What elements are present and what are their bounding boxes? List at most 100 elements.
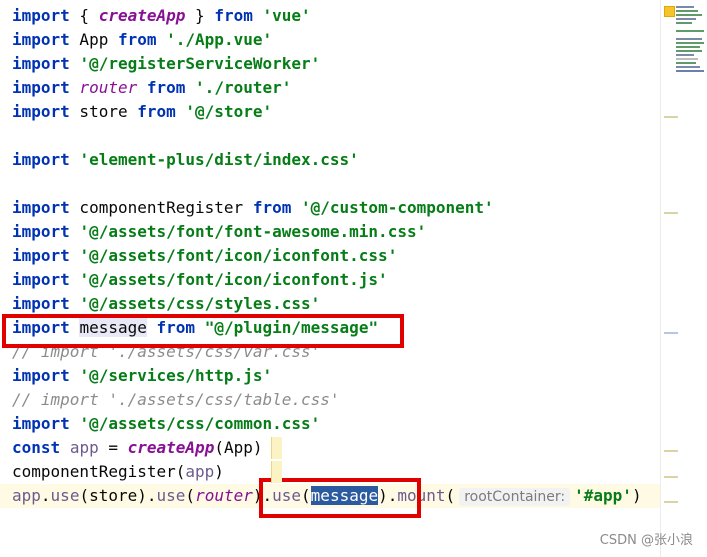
code-token: './App.vue': [166, 30, 273, 49]
code-line[interactable]: import { createApp } from 'vue': [12, 4, 311, 28]
code-token: import: [12, 6, 70, 25]
code-line[interactable]: import App from './App.vue': [12, 28, 272, 52]
minimap[interactable]: [676, 4, 706, 74]
code-token: store: [69, 102, 138, 121]
code-token: componentRegister(: [12, 462, 186, 481]
code-token: 'element-plus/dist/index.css': [79, 150, 359, 169]
code-token: componentRegister: [69, 198, 253, 217]
code-token: router: [195, 486, 253, 505]
code-token: '@/assets/css/styles.css': [79, 294, 321, 313]
code-token: '@/assets/font/icon/iconfont.js': [79, 270, 388, 289]
code-token: import: [12, 78, 70, 97]
highlight-box-import-message: [2, 314, 404, 348]
code-token: from: [146, 78, 186, 97]
minimap-line: [676, 70, 704, 72]
code-line[interactable]: import store from '@/store': [12, 100, 272, 124]
code-line[interactable]: import '@/assets/font/icon/iconfont.js': [12, 268, 388, 292]
code-token: =: [98, 438, 128, 457]
minimap-line: [676, 54, 694, 56]
minimap-line: [676, 10, 698, 12]
minimap-line: [676, 14, 702, 16]
code-token: ): [214, 462, 224, 481]
code-token: // import './assets/css/table.css': [12, 390, 340, 409]
code-line[interactable]: // import './assets/css/table.css': [12, 388, 340, 412]
minimap-line: [676, 46, 700, 48]
code-token: '@/store': [185, 102, 273, 121]
code-line[interactable]: const app = createApp(App): [12, 436, 263, 460]
code-line[interactable]: import 'element-plus/dist/index.css': [12, 148, 359, 172]
stripe-marker[interactable]: [664, 501, 678, 503]
code-token: use: [156, 486, 186, 505]
code-token: import: [12, 222, 70, 241]
code-token: (App): [214, 438, 263, 457]
code-line[interactable]: import router from './router': [12, 76, 291, 100]
code-token: '@/assets/font/font-awesome.min.css': [79, 222, 427, 241]
code-token: App: [69, 30, 118, 49]
minimap-line: [676, 38, 702, 40]
parameter-hint: rootContainer:: [459, 488, 571, 506]
code-line[interactable]: import componentRegister from '@/custom-…: [12, 196, 494, 220]
minimap-line: [676, 62, 696, 64]
code-token: from: [214, 6, 253, 25]
minimap-line: [676, 6, 694, 8]
minimap-line: [676, 58, 698, 60]
code-line[interactable]: import '@/assets/font/font-awesome.min.c…: [12, 220, 426, 244]
code-token: 'vue': [262, 6, 311, 25]
code-token: import: [12, 294, 70, 313]
code-token: import: [12, 414, 70, 433]
code-line[interactable]: import '@/registerServiceWorker': [12, 52, 320, 76]
code-line[interactable]: import '@/assets/css/common.css': [12, 412, 320, 436]
code-token: (store).: [79, 486, 157, 505]
indent-guide-mark: [271, 437, 282, 459]
code-token: '@/assets/css/common.css': [79, 414, 321, 433]
code-token: ): [631, 486, 642, 505]
code-token: .: [40, 486, 51, 505]
minimap-line: [676, 50, 702, 52]
code-token: import: [12, 30, 70, 49]
code-line[interactable]: componentRegister(app): [12, 460, 224, 484]
watermark: CSDN @张小浪: [599, 533, 693, 548]
minimap-line: [676, 22, 692, 24]
code-token: import: [12, 102, 70, 121]
code-line[interactable]: import '@/assets/css/styles.css': [12, 292, 320, 316]
code-line[interactable]: import '@/services/http.js': [12, 364, 272, 388]
warning-icon[interactable]: [664, 6, 675, 17]
stripe-marker[interactable]: [664, 116, 678, 118]
code-token: app: [185, 462, 215, 481]
stripe-marker[interactable]: [664, 450, 678, 452]
code-token: const: [12, 438, 61, 457]
code-token: import: [12, 246, 70, 265]
highlight-box-use-message: [259, 478, 421, 518]
minimap-line: [676, 66, 700, 68]
code-token: router: [79, 78, 138, 97]
code-token: '@/assets/font/icon/iconfont.css': [79, 246, 398, 265]
code-token: './router': [195, 78, 292, 97]
code-token: (: [445, 486, 456, 505]
stripe-marker[interactable]: [664, 212, 678, 214]
code-editor[interactable]: import { createApp } from 'vue' import Ap…: [0, 0, 660, 557]
code-token: createApp: [127, 438, 215, 457]
stripe-marker[interactable]: [664, 332, 678, 334]
code-token: createApp: [98, 6, 186, 25]
code-line[interactable]: import '@/assets/font/icon/iconfont.css': [12, 244, 397, 268]
stripe-marker[interactable]: [664, 476, 678, 478]
code-token: '@/custom-component': [301, 198, 494, 217]
code-token: import: [12, 270, 70, 289]
code-token: from: [117, 30, 157, 49]
code-token: }: [185, 6, 215, 25]
code-token: '@/services/http.js': [79, 366, 273, 385]
code-token: '@/registerServiceWorker': [79, 54, 321, 73]
minimap-line: [676, 30, 704, 32]
code-token: {: [69, 6, 99, 25]
code-token: (: [185, 486, 196, 505]
